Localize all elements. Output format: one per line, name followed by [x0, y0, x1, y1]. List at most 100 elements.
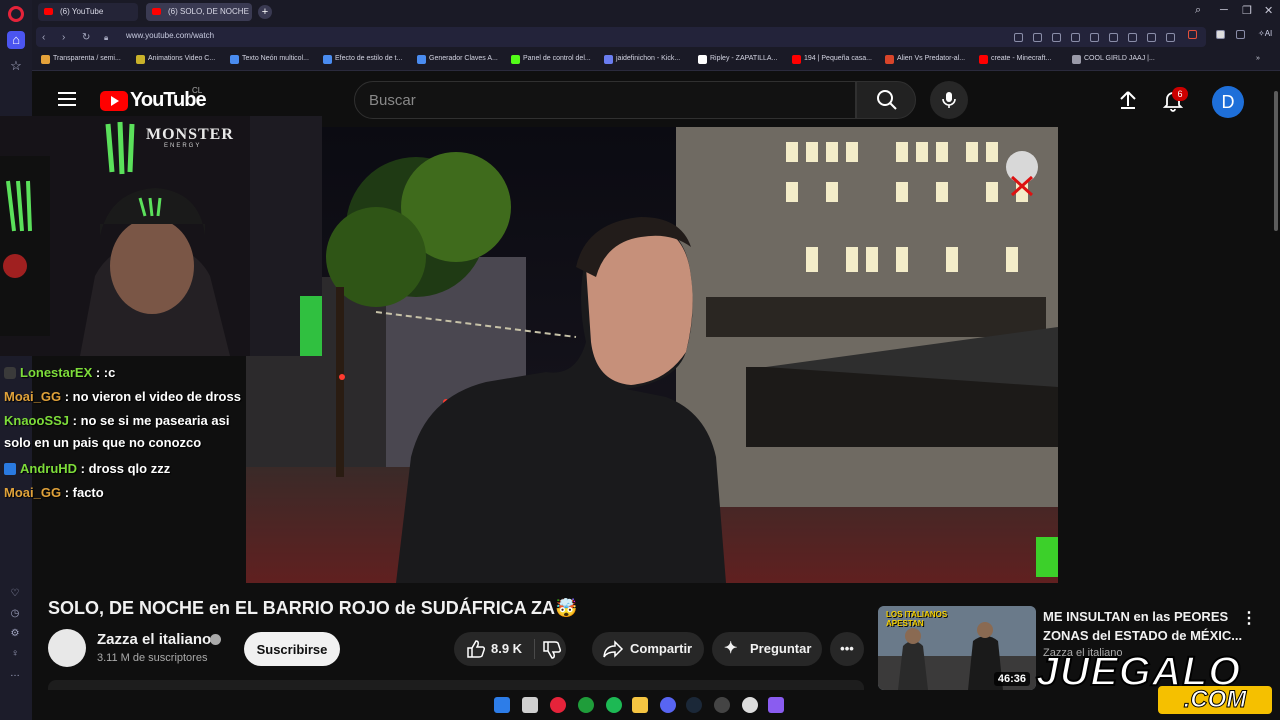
more-options-icon[interactable]: ⋮	[1241, 608, 1257, 628]
search-box	[354, 81, 856, 119]
url-field[interactable]: ‹ › ↻ 🔒︎ www.youtube.com/watch	[36, 27, 1206, 47]
like-icon[interactable]	[466, 639, 486, 659]
file-explorer-icon[interactable]	[632, 697, 648, 713]
wallet-icon[interactable]	[1147, 33, 1156, 42]
channel-avatar[interactable]	[48, 629, 86, 667]
share-label: Compartir	[630, 641, 693, 656]
discord-icon[interactable]	[660, 697, 676, 713]
aria-ai-icon[interactable]: ✧AI	[1258, 29, 1274, 38]
chat-message: Moai_GG : no vieron el video de dross	[4, 386, 246, 408]
lightbulb-icon[interactable]: ♀	[9, 648, 21, 660]
recommended-thumbnail[interactable]: LOS ITALIANOS APESTAN 46:36	[878, 606, 1036, 690]
extension-icon[interactable]	[1216, 30, 1225, 39]
bookmark-item[interactable]: create - Minecraft...	[979, 55, 1051, 64]
bookmark-item[interactable]: Generador Claves A...	[417, 55, 498, 64]
opera-icon[interactable]	[550, 697, 566, 713]
like-dislike-group: 8.9 K	[454, 632, 566, 666]
monster-claw-icon	[105, 121, 135, 175]
webcam-frame	[0, 116, 322, 356]
bookmark-item[interactable]: Transparenta / semi...	[41, 55, 121, 64]
extension-icon[interactable]	[1236, 30, 1245, 39]
bookmark-item[interactable]: Animations Video C...	[136, 55, 215, 64]
tab-video[interactable]: (6) SOLO, DE NOCHE	[146, 3, 252, 21]
extension-icon[interactable]	[1188, 30, 1197, 39]
bookmarks-bar: Transparenta / semi... Animations Video …	[32, 50, 1280, 71]
tab-bar: (6) YouTube (6) SOLO, DE NOCHE + ⌕ ─ ❐ ✕	[32, 0, 1280, 24]
channel-name[interactable]: Zazza el italiano	[97, 631, 211, 648]
notification-badge: 6	[1172, 87, 1188, 101]
extension-icon[interactable]	[1014, 33, 1023, 42]
send-icon[interactable]	[1090, 33, 1099, 42]
description-box[interactable]	[48, 680, 864, 690]
spotify-icon[interactable]	[606, 697, 622, 713]
bookmark-item[interactable]: COOL GIRLD JAAJ |...	[1072, 55, 1155, 64]
ask-button[interactable]: ✦ Preguntar	[712, 632, 822, 666]
subscriber-count: 3.11 M de suscriptores	[97, 652, 208, 664]
bookmark-item[interactable]: 194 | Pequeña casa...	[792, 55, 872, 64]
video-frame	[246, 127, 1058, 583]
bookmark-item[interactable]: Alien Vs Predator-al...	[885, 55, 965, 64]
tab-youtube[interactable]: (6) YouTube	[38, 3, 138, 21]
bookmark-item[interactable]: Texto Neón multicol...	[230, 55, 309, 64]
bookmark-item[interactable]: Ripley - ZAPATILLA...	[698, 55, 777, 64]
bookmark-item[interactable]: Efecto de estilo de t...	[323, 55, 402, 64]
xbox-icon[interactable]	[578, 697, 594, 713]
heart-icon[interactable]: ♡	[9, 588, 21, 600]
home-icon[interactable]: ⌂	[7, 31, 25, 49]
recommended-title[interactable]: ME INSULTAN en las PEORES ZONAS del ESTA…	[1043, 607, 1243, 645]
app-icon[interactable]	[714, 697, 730, 713]
steam-icon[interactable]	[686, 697, 702, 713]
more-icon[interactable]: …	[9, 668, 21, 680]
account-icon[interactable]	[1166, 33, 1175, 42]
scrollbar-thumb[interactable]	[1274, 91, 1278, 231]
camera-icon[interactable]	[1052, 33, 1061, 42]
close-window-button[interactable]: ✕	[1264, 4, 1273, 17]
tab-label: (6) YouTube	[60, 7, 104, 16]
page-scrollbar[interactable]	[1272, 71, 1280, 720]
video-player[interactable]	[246, 127, 1058, 583]
minimize-button[interactable]: ─	[1220, 4, 1228, 16]
menu-icon[interactable]	[58, 92, 76, 106]
app-icon[interactable]	[768, 697, 784, 713]
speed-dial-icon[interactable]: ☆	[7, 57, 25, 75]
extension-icon[interactable]	[1033, 33, 1042, 42]
shield-icon[interactable]	[1071, 33, 1080, 42]
bookmark-item[interactable]: jaidefinichon - Kick...	[604, 55, 680, 64]
voice-search-button[interactable]	[930, 81, 968, 119]
streamer-webcam	[0, 116, 322, 356]
heart-icon[interactable]	[1109, 33, 1118, 42]
chat-badge-icon	[4, 367, 16, 379]
bookmarks-overflow-icon[interactable]: »	[1256, 55, 1260, 62]
reload-icon[interactable]: ↻	[82, 32, 90, 43]
bookmark-item[interactable]: Panel de control del...	[511, 55, 591, 64]
settings-icon[interactable]: ⚙	[9, 628, 21, 640]
opera-logo-icon[interactable]	[8, 6, 24, 22]
monster-logo-subtitle: ENERGY	[164, 143, 202, 149]
forward-icon[interactable]: ›	[62, 32, 65, 43]
windows-start-icon[interactable]	[494, 697, 510, 713]
back-icon[interactable]: ‹	[42, 32, 45, 43]
download-icon[interactable]	[1128, 33, 1137, 42]
youtube-logo-icon[interactable]	[100, 91, 128, 111]
chat-text: : :c	[92, 365, 116, 380]
search-input[interactable]	[369, 92, 839, 109]
ask-label: Preguntar	[750, 641, 812, 656]
subscribe-button[interactable]: Suscribirse	[244, 632, 340, 666]
new-tab-button[interactable]: +	[258, 5, 272, 19]
upload-icon[interactable]	[1116, 88, 1140, 112]
obs-icon[interactable]	[742, 697, 758, 713]
maximize-button[interactable]: ❐	[1242, 4, 1252, 17]
search-button[interactable]	[856, 81, 916, 119]
dislike-icon[interactable]	[542, 640, 562, 660]
like-count[interactable]: 8.9 K	[491, 632, 522, 666]
chat-username: KnaooSSJ	[4, 413, 70, 428]
taskview-icon[interactable]	[522, 697, 538, 713]
share-button[interactable]: Compartir	[592, 632, 704, 666]
history-icon[interactable]: ◷	[9, 608, 21, 620]
account-avatar[interactable]: D	[1212, 86, 1244, 118]
chat-username: LonestarEX	[20, 365, 93, 380]
search-tabs-icon[interactable]: ⌕	[1195, 4, 1201, 17]
youtube-favicon-icon	[152, 8, 161, 15]
chat-badge-icon	[4, 463, 16, 475]
more-actions-button[interactable]: •••	[830, 632, 864, 666]
